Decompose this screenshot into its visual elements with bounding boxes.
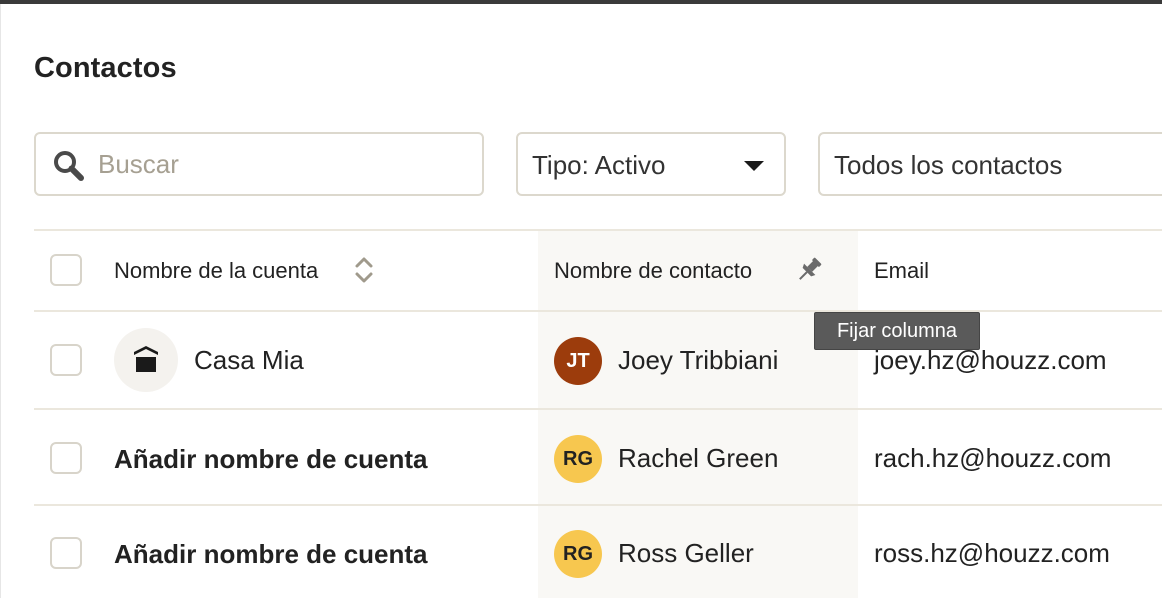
type-filter-value: Tipo: Activo [532, 150, 666, 180]
table-top-divider [34, 229, 1162, 231]
caret-down-icon [744, 161, 764, 171]
header-divider [34, 310, 1162, 312]
house-icon [134, 346, 158, 372]
header-contact-name[interactable]: Nombre de contacto [554, 258, 752, 284]
sort-icon[interactable] [354, 255, 374, 285]
page-title: Contactos [34, 52, 177, 84]
type-filter-select[interactable]: Tipo: Activo [516, 132, 786, 196]
pin-icon[interactable] [793, 254, 825, 286]
contact-avatar: RG [554, 530, 602, 578]
contact-name[interactable]: Ross Geller [618, 538, 754, 569]
contact-email[interactable]: ross.hz@houzz.com [874, 538, 1110, 569]
panel-left-border [0, 4, 1, 598]
header-account-name[interactable]: Nombre de la cuenta [114, 258, 318, 284]
account-name[interactable]: Casa Mia [194, 345, 304, 376]
contacts-filter-value: Todos los contactos [834, 150, 1063, 180]
row-divider [34, 504, 1162, 506]
search-box[interactable] [34, 132, 484, 196]
pin-column-tooltip: Fijar columna [814, 312, 980, 350]
add-account-name-link[interactable]: Añadir nombre de cuenta [114, 539, 428, 570]
contact-avatar: RG [554, 435, 602, 483]
contact-name[interactable]: Rachel Green [618, 443, 778, 474]
search-input[interactable] [98, 134, 468, 194]
contact-avatar: JT [554, 337, 602, 385]
row-checkbox[interactable] [50, 344, 82, 376]
row-checkbox[interactable] [50, 537, 82, 569]
row-divider [34, 408, 1162, 410]
contact-email[interactable]: rach.hz@houzz.com [874, 443, 1111, 474]
window-top-bar [0, 0, 1162, 4]
search-icon [54, 151, 84, 181]
contacts-filter-select[interactable]: Todos los contactos [818, 132, 1162, 196]
add-account-name-link[interactable]: Añadir nombre de cuenta [114, 444, 428, 475]
row-checkbox[interactable] [50, 442, 82, 474]
header-email[interactable]: Email [874, 258, 929, 284]
contact-name[interactable]: Joey Tribbiani [618, 345, 778, 376]
account-avatar [114, 328, 178, 392]
select-all-checkbox[interactable] [50, 254, 82, 286]
